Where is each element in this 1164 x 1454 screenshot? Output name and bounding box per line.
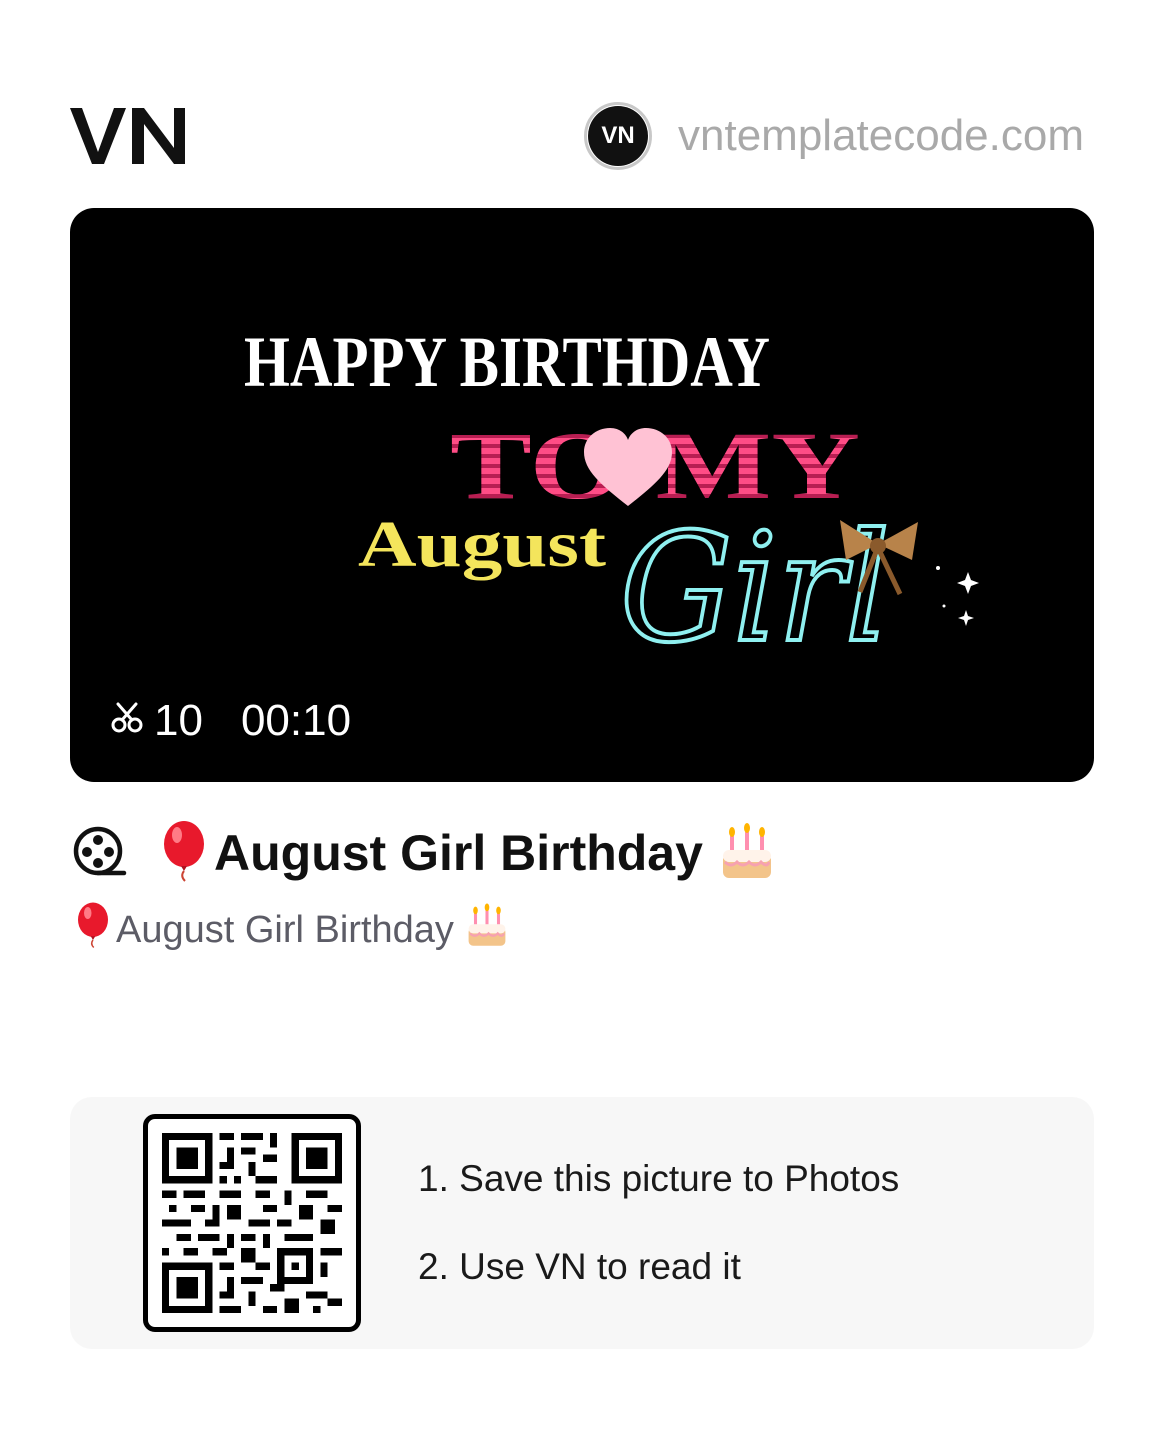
qr-code-card: 1. Save this picture to Photos 2. Use VN… <box>70 1097 1094 1349</box>
avatar[interactable]: VN <box>584 102 652 170</box>
template-description: August Girl Birthday <box>72 902 510 958</box>
qr-code[interactable] <box>143 1114 361 1332</box>
clip-count-value: 10 <box>154 696 203 745</box>
vn-logo <box>70 96 186 176</box>
clip-count: 10 <box>110 696 203 746</box>
template-title: August Girl Birthday <box>214 825 703 881</box>
instruction-step-1: 1. Save this picture to Photos <box>418 1158 900 1199</box>
artwork-line-august: August <box>358 508 606 581</box>
header: VN vntemplatecode.com <box>70 96 1094 176</box>
author-name[interactable]: vntemplatecode.com <box>678 111 1094 161</box>
template-preview[interactable]: HAPPY BIRTHDAY TO MY August Girl 10 00:1… <box>70 208 1094 782</box>
qr-instructions: 1. Save this picture to Photos 2. Use VN… <box>418 1157 899 1289</box>
scissors-icon <box>110 696 144 746</box>
artwork-line-happy-birthday: HAPPY BIRTHDAY <box>244 322 770 402</box>
avatar-label: VN <box>601 122 635 149</box>
birthday-cake-emoji <box>464 901 510 959</box>
template-title-row: August Girl Birthday <box>72 818 777 888</box>
balloon-emoji <box>72 901 114 959</box>
template-description-text: August Girl Birthday <box>116 908 454 951</box>
qr-code-icon <box>162 1133 342 1313</box>
sparkle-icon <box>936 566 979 626</box>
instruction-step-2: 2. Use VN to read it <box>418 1246 741 1287</box>
preview-meta: 10 00:10 <box>110 696 351 746</box>
author-info[interactable]: VN vntemplatecode.com <box>584 100 1094 172</box>
duration: 00:10 <box>240 696 352 745</box>
film-reel-icon <box>72 825 128 881</box>
birthday-cake-emoji <box>717 820 777 887</box>
balloon-emoji <box>156 820 212 887</box>
